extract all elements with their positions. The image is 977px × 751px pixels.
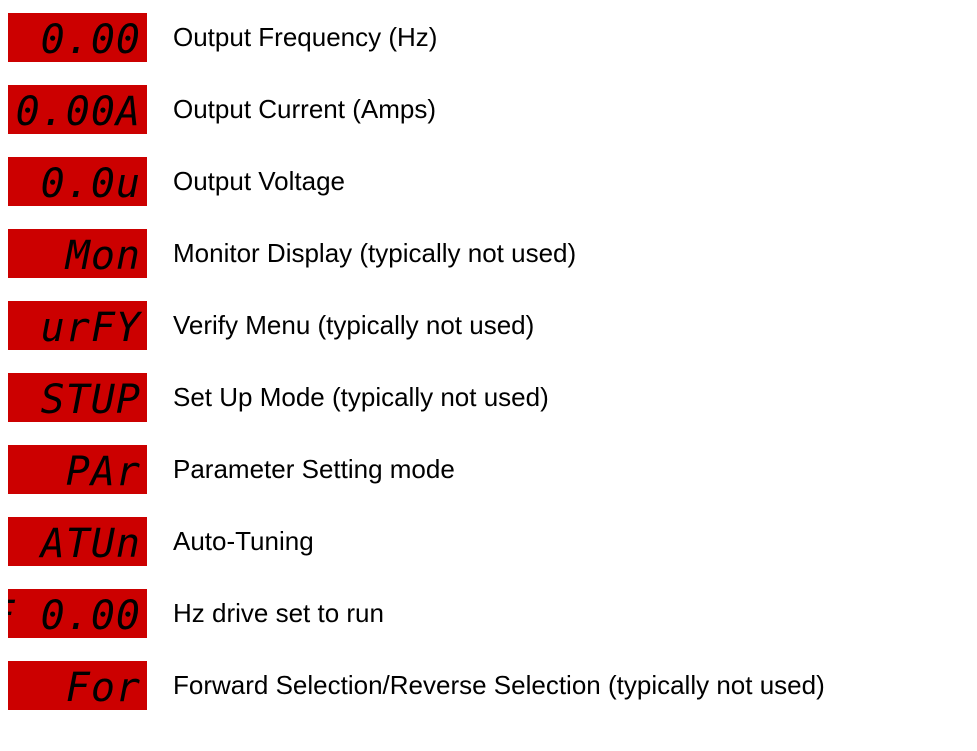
display-readout: STUP — [41, 377, 141, 422]
display-code: F 0.00 — [8, 593, 141, 638]
list-item-forward-reverse: For Forward Selection/Reverse Selection … — [0, 661, 977, 710]
display-code: PAr — [66, 449, 141, 494]
seven-segment-display: urFY — [8, 301, 147, 350]
display-readout: For — [66, 665, 141, 710]
item-label: Output Frequency (Hz) — [173, 22, 438, 52]
display-readout: 0.00 — [41, 17, 141, 62]
list-item-verify-menu: urFY Verify Menu (typically not used) — [0, 301, 977, 350]
display-code: STUP — [41, 377, 141, 422]
display-code: For — [66, 665, 141, 710]
display-code: 0.00A — [16, 89, 141, 134]
list-item-hz-drive-set: F 0.00 Hz drive set to run — [0, 589, 977, 638]
display-readout: F 0.00 — [8, 593, 141, 638]
display-readout: ATUn — [38, 521, 141, 566]
display-readout: urFY — [41, 305, 143, 350]
seven-segment-display: 0.00 — [8, 13, 147, 62]
item-label: Verify Menu (typically not used) — [173, 310, 535, 340]
seven-segment-display: For — [8, 661, 147, 710]
item-label: Set Up Mode (typically not used) — [173, 382, 549, 412]
item-label: Forward Selection/Reverse Selection (typ… — [173, 670, 825, 700]
seven-segment-display: ATUn — [8, 517, 147, 566]
display-code: Mon — [64, 233, 141, 278]
seven-segment-display: STUP — [8, 373, 147, 422]
list-item-auto-tuning: ATUn Auto-Tuning — [0, 517, 977, 566]
display-readout: 0.0u — [41, 161, 141, 206]
item-label: Monitor Display (typically not used) — [173, 238, 577, 268]
item-label: Parameter Setting mode — [173, 454, 455, 484]
list-item-monitor-display: Mon Monitor Display (typically not used) — [0, 229, 977, 278]
display-readout: 0.00A — [16, 89, 141, 134]
item-label: Auto-Tuning — [173, 526, 314, 556]
seven-segment-display: Mon — [8, 229, 147, 278]
list-item-parameter-setting: PAr Parameter Setting mode — [0, 445, 977, 494]
list-item-output-voltage: 0.0u Output Voltage — [0, 157, 977, 206]
seven-segment-display: F 0.00 — [8, 589, 147, 638]
item-label: Output Current (Amps) — [173, 94, 436, 124]
display-readout: PAr — [66, 449, 141, 494]
display-code: 0.00 — [41, 17, 141, 62]
display-code: ATUn — [38, 521, 141, 566]
list-item-output-current: 0.00A Output Current (Amps) — [0, 85, 977, 134]
list-item-set-up-mode: STUP Set Up Mode (typically not used) — [0, 373, 977, 422]
display-code: 0.0u — [41, 161, 141, 206]
display-code: urFY — [41, 305, 143, 350]
item-label: Output Voltage — [173, 166, 346, 196]
seven-segment-display: PAr — [8, 445, 147, 494]
list-item-output-frequency: 0.00 Output Frequency (Hz) — [0, 13, 977, 62]
seven-segment-display: 0.00A — [8, 85, 147, 134]
item-label: Hz drive set to run — [173, 598, 384, 628]
display-readout: Mon — [64, 233, 141, 278]
seven-segment-display: 0.0u — [8, 157, 147, 206]
